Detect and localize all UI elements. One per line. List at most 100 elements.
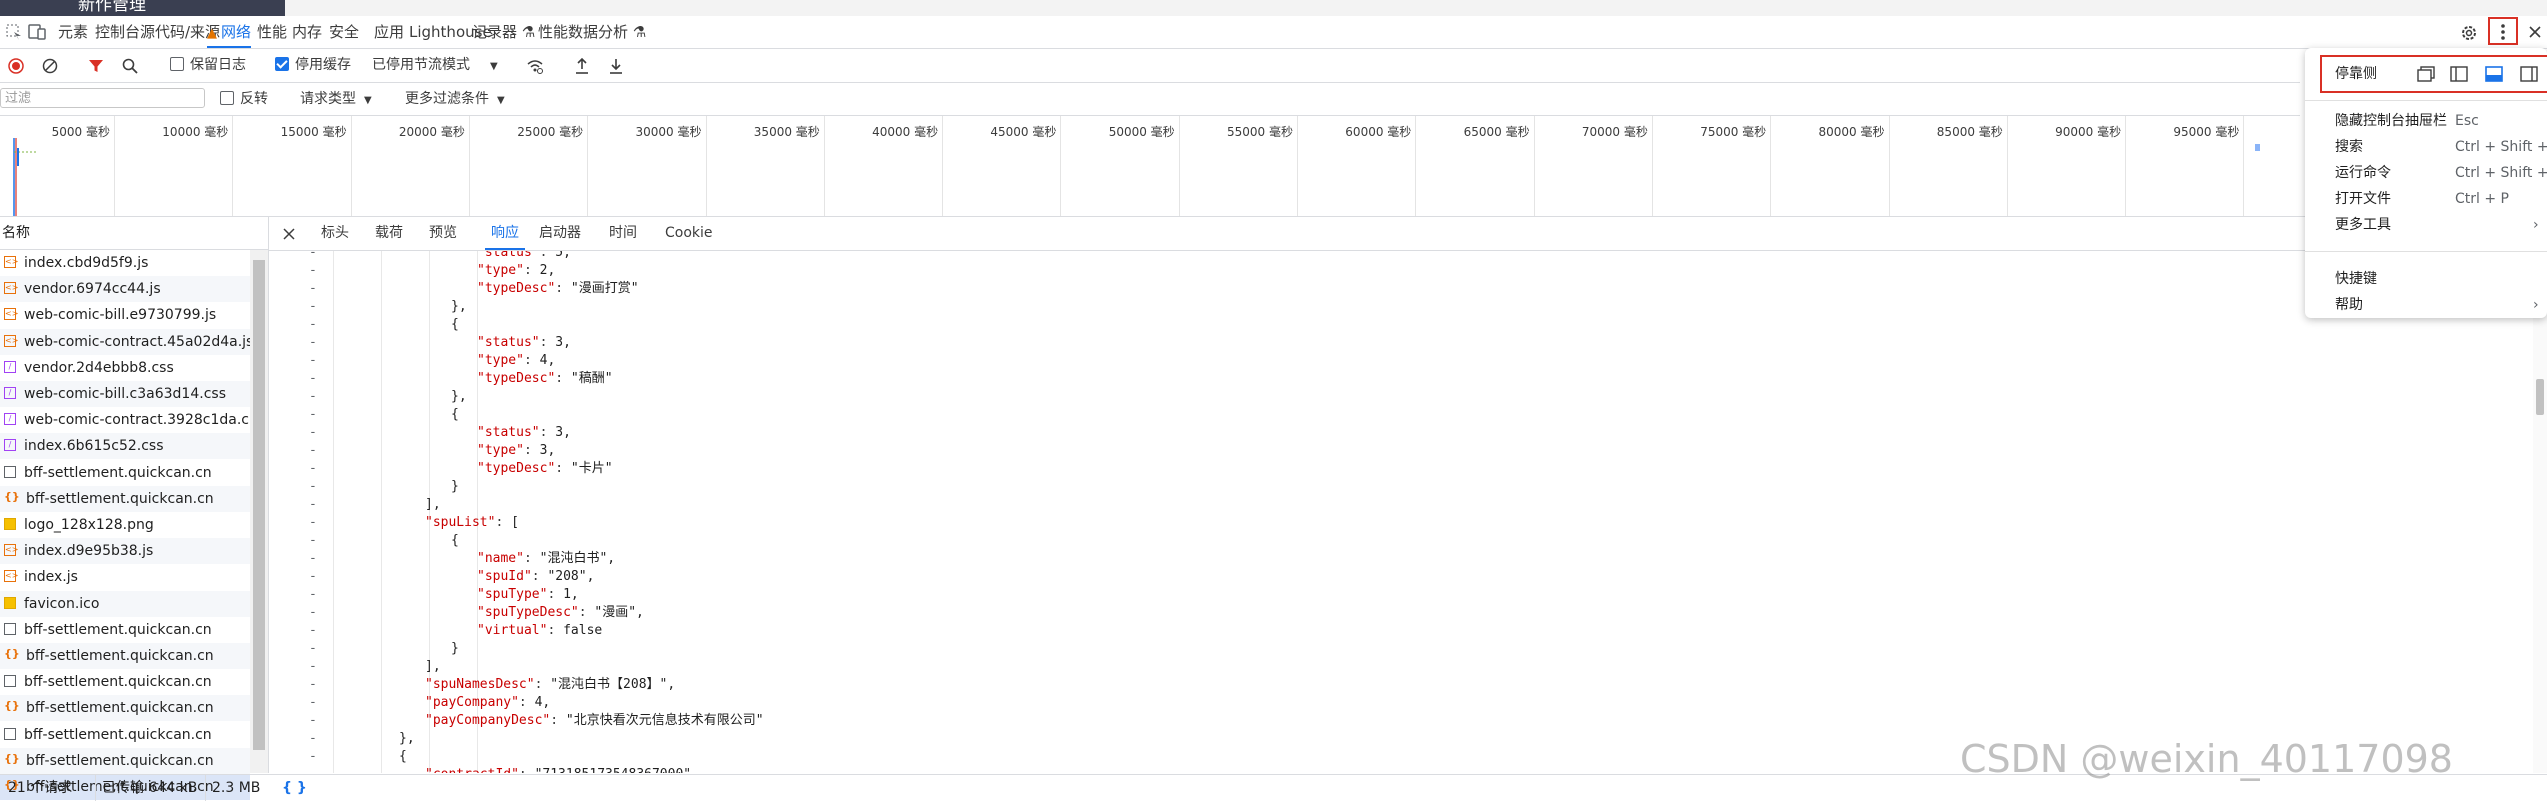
request-types-dropdown[interactable]: 请求类型 ▼ (300, 83, 372, 115)
request-row[interactable]: / index.6b615c52.css (0, 433, 250, 460)
request-row[interactable]: bff-settlement.quickcan.cn (0, 617, 250, 643)
tab-payload[interactable]: 载荷 (375, 217, 403, 250)
flask-icon: ⚗ (628, 23, 647, 41)
request-row[interactable]: <> vendor.6974cc44.js (0, 276, 250, 303)
code-line: -} (269, 640, 2469, 658)
request-row[interactable]: <> web-comic-bill.e9730799.js (0, 302, 250, 328)
menu-item-label[interactable]: 打开文件 (2335, 186, 2391, 212)
checkbox-box[interactable] (170, 57, 184, 71)
request-row[interactable]: {} bff-settlement.quickcan.cn (0, 695, 250, 722)
menu-item-label[interactable]: 搜索 (2335, 134, 2363, 160)
request-row[interactable]: {} bff-settlement.quickcan.cn (0, 643, 250, 669)
tab-elements[interactable]: 元素 (58, 16, 88, 48)
tab-recorder[interactable]: 记录器 ⚗ (472, 16, 535, 48)
line-gutter-marker: - (309, 731, 317, 746)
filter-input[interactable]: 过滤 (0, 88, 205, 108)
menu-item-label[interactable]: 运行命令 (2335, 160, 2391, 186)
tab-preview[interactable]: 预览 (429, 217, 457, 250)
close-devtools-icon[interactable] (2528, 25, 2542, 39)
response-code-view[interactable]: - "status": 5, - "type": 2, - "typeDesc": "漫画… (269, 251, 2547, 773)
tab-network[interactable]: ▲ 网络 (207, 16, 252, 48)
request-row[interactable]: bff-settlement.quickcan.cn (0, 669, 250, 695)
disable-cache-checkbox[interactable]: 停用缓存 (275, 49, 351, 82)
network-toolbar: 保留日志 停用缓存 已停用节流模式 ▼ (0, 49, 2300, 83)
line-gutter-marker: - (309, 371, 317, 386)
request-row[interactable]: logo_128x128.png (0, 512, 250, 538)
tab-security[interactable]: 安全 (329, 16, 359, 48)
undock-separate-window-icon[interactable] (2417, 66, 2435, 82)
search-icon[interactable] (122, 58, 138, 74)
code-line: - "payCompany": 4, (269, 694, 2469, 712)
preserve-log-checkbox[interactable]: 保留日志 (170, 49, 246, 82)
code-text: "typeDesc": "稿酬" (477, 371, 613, 386)
list-header-name[interactable]: 名称 (0, 217, 268, 250)
code-line: - "type": 3, (269, 442, 2469, 460)
code-text: } (451, 479, 459, 494)
preserve-log-label: 保留日志 (190, 57, 246, 73)
request-name: favicon.ico (24, 595, 100, 612)
tab-response[interactable]: 响应 (485, 217, 525, 250)
record-stop-icon[interactable] (8, 58, 24, 74)
response-scrollbar[interactable] (2533, 251, 2547, 773)
line-gutter-marker: - (309, 299, 317, 314)
scrollbar-thumb[interactable] (2536, 379, 2544, 415)
request-row[interactable]: <> index.js (0, 564, 250, 590)
menu-item-label[interactable]: 帮助 (2335, 292, 2363, 318)
request-row[interactable]: / vendor.2d4ebbb8.css (0, 355, 250, 381)
pretty-print-icon[interactable]: { } (282, 775, 307, 801)
checkbox-box[interactable] (220, 91, 234, 105)
tab-initiator[interactable]: 启动器 (539, 217, 581, 250)
request-name: web-comic-bill.c3a63d14.css (24, 386, 226, 402)
menu-item-label[interactable]: 快捷键 (2335, 266, 2377, 292)
request-row[interactable]: <> index.cbd9d5f9.js (0, 250, 250, 276)
menu-item-label[interactable]: 更多工具 (2335, 212, 2391, 238)
device-toolbar-icon[interactable] (28, 24, 46, 40)
checkbox-box-checked[interactable] (275, 57, 289, 71)
request-row[interactable]: / web-comic-bill.c3a63d14.css (0, 381, 250, 407)
request-row[interactable]: <> index.d9e95b38.js (0, 538, 250, 565)
dock-bottom-icon[interactable] (2485, 66, 2503, 82)
throttle-select[interactable]: 已停用节流模式 ▼ (372, 49, 498, 82)
tab-performance-insights[interactable]: 性能数据分析 ⚗ (538, 16, 646, 48)
network-conditions-wifi-icon[interactable] (526, 58, 544, 74)
request-name: bff-settlement.quickcan.cn (26, 752, 214, 769)
nav-label[interactable]: 新作管理 (78, 0, 146, 14)
tab-cookies[interactable]: Cookie (665, 217, 713, 250)
line-gutter-marker: - (309, 695, 317, 710)
request-row[interactable]: {} bff-settlement.quickcan.cn (0, 747, 250, 774)
timeline-overview[interactable]: 5000 毫秒 10000 毫秒 15000 毫秒 20000 毫秒 25000 毫秒 3… (0, 116, 2547, 217)
request-row[interactable]: / web-comic-contract.3928c1da.c... (0, 407, 250, 433)
tab-timing[interactable]: 时间 (609, 217, 637, 250)
settings-gear-icon[interactable] (2460, 24, 2478, 42)
request-name: index.cbd9d5f9.js (24, 255, 149, 271)
scrollbar-thumb[interactable] (253, 260, 265, 750)
css-file-icon: / (4, 360, 16, 373)
menu-item-label[interactable]: 隐藏控制台抽屉栏 (2335, 108, 2447, 134)
more-filters-dropdown[interactable]: 更多过滤条件 ▼ (405, 83, 505, 115)
dock-right-icon[interactable] (2520, 66, 2538, 82)
dropdown-arrow-icon: ▼ (364, 95, 372, 106)
close-detail-icon[interactable] (283, 228, 295, 240)
tab-memory[interactable]: 内存 (292, 16, 322, 48)
filter-funnel-icon[interactable] (88, 58, 104, 74)
invert-checkbox[interactable]: 反转 (220, 83, 268, 115)
tab-console[interactable]: 控制台 (95, 16, 140, 48)
request-row[interactable]: {} bff-settlement.quickcan.cn (0, 485, 250, 512)
request-list-scrollbar[interactable] (250, 250, 268, 773)
js-file-icon: <> (4, 256, 19, 268)
clear-icon[interactable] (42, 58, 58, 74)
dock-left-icon[interactable] (2450, 66, 2468, 82)
request-row[interactable]: <> web-comic-contract.45a02d4a.js (0, 328, 250, 355)
tab-headers[interactable]: 标头 (321, 217, 349, 250)
export-har-download-icon[interactable] (608, 57, 624, 75)
request-row[interactable]: bff-settlement.quickcan.cn (0, 722, 250, 748)
import-har-upload-icon[interactable] (574, 57, 590, 75)
line-gutter-marker: - (309, 677, 317, 692)
tab-performance[interactable]: 性能 (257, 16, 287, 48)
document-icon (4, 727, 16, 740)
tab-application[interactable]: 应用 (374, 16, 404, 48)
request-row[interactable]: bff-settlement.quickcan.cn (0, 460, 250, 486)
inspect-element-icon[interactable] (6, 24, 22, 40)
line-gutter-marker: - (309, 251, 317, 260)
request-row[interactable]: favicon.ico (0, 590, 250, 617)
